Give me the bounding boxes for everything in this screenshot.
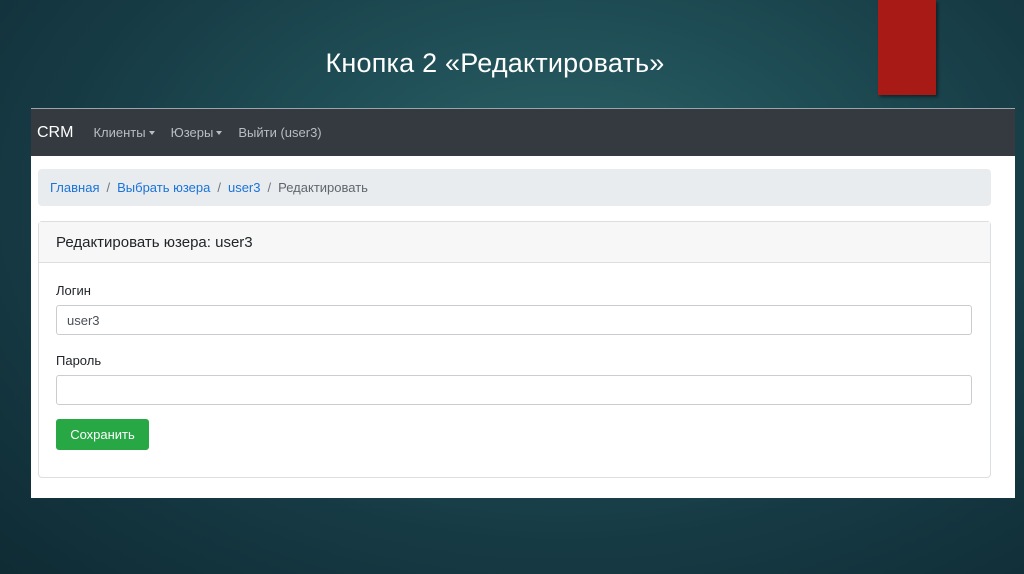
breadcrumb: Главная / Выбрать юзера / user3 / Редакт…	[38, 169, 991, 206]
nav-item-users[interactable]: Юзеры	[171, 125, 223, 140]
red-accent-block	[878, 0, 936, 95]
app-screenshot: CRM Клиенты Юзеры Выйти (user3) Главная …	[31, 108, 1015, 498]
breadcrumb-current: Редактировать	[278, 180, 368, 195]
slide-title: Кнопка 2 «Редактировать»	[325, 48, 665, 78]
chevron-down-icon	[216, 130, 223, 135]
nav-item-users-label: Юзеры	[170, 125, 214, 140]
nav-item-logout-label: Выйти (user3)	[238, 125, 322, 140]
chevron-down-icon	[148, 130, 155, 135]
breadcrumb-user[interactable]: user3	[228, 180, 261, 195]
breadcrumb-separator: /	[267, 180, 272, 195]
navbar-brand[interactable]: CRM	[37, 124, 73, 142]
login-input[interactable]	[56, 305, 972, 335]
breadcrumb-separator: /	[106, 180, 111, 195]
save-button[interactable]: Сохранить	[56, 419, 149, 450]
breadcrumb-separator: /	[217, 180, 221, 195]
login-label: Логин	[56, 283, 91, 298]
navbar: CRM Клиенты Юзеры Выйти (user3)	[31, 109, 1015, 156]
password-input[interactable]	[56, 375, 972, 405]
card-header: Редактировать юзера: user3	[39, 222, 990, 263]
breadcrumb-choose-user[interactable]: Выбрать юзера	[117, 180, 210, 195]
nav-item-logout[interactable]: Выйти (user3)	[238, 125, 321, 140]
edit-user-card: Редактировать юзера: user3 Логин Пароль …	[38, 221, 991, 478]
nav-item-clients[interactable]: Клиенты	[93, 125, 155, 140]
password-label: Пароль	[56, 353, 102, 368]
breadcrumb-home[interactable]: Главная	[50, 180, 99, 195]
nav-item-clients-label: Клиенты	[93, 125, 146, 140]
